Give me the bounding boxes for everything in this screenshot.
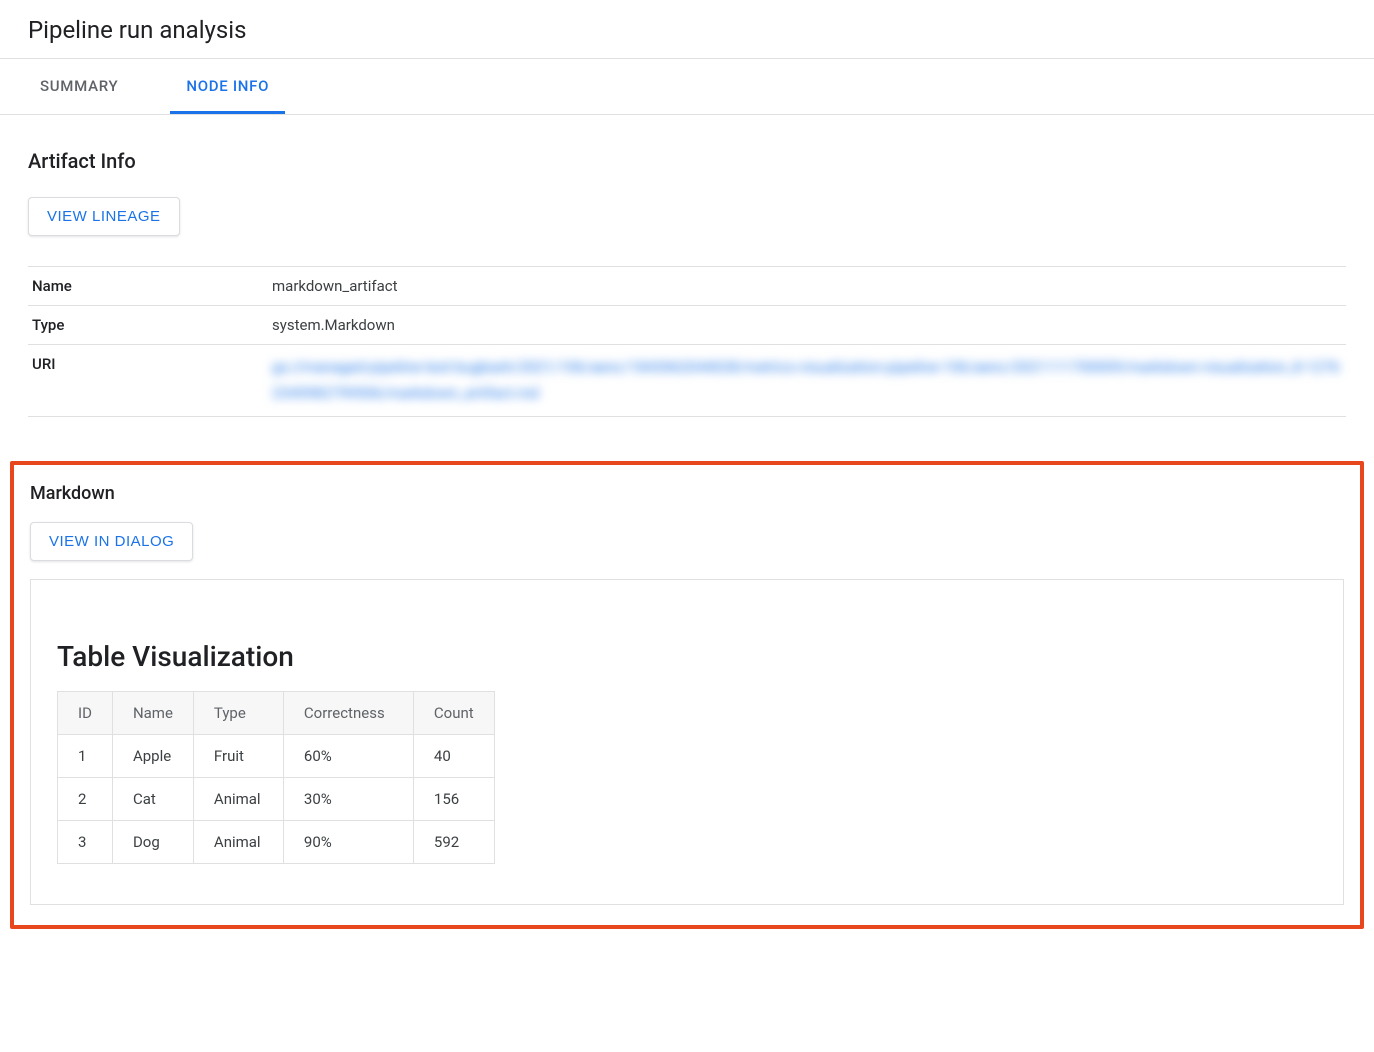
cell-id: 1: [58, 735, 113, 778]
cell-type: Fruit: [193, 735, 283, 778]
col-count: Count: [413, 692, 494, 735]
markdown-section-title: Markdown: [30, 483, 1344, 504]
cell-correctness: 90%: [283, 821, 413, 864]
artifact-uri-link[interactable]: gs://managed-pipeline-test-bugbash/2021/…: [272, 358, 1339, 402]
cell-type: Animal: [193, 778, 283, 821]
table-row: 3 Dog Animal 90% 592: [58, 821, 495, 864]
view-in-dialog-button[interactable]: VIEW IN DIALOG: [30, 522, 193, 561]
page-title: Pipeline run analysis: [0, 0, 1374, 58]
cell-correctness: 60%: [283, 735, 413, 778]
table-row: 1 Apple Fruit 60% 40: [58, 735, 495, 778]
tab-summary[interactable]: SUMMARY: [24, 59, 134, 114]
tab-node-info[interactable]: NODE INFO: [170, 59, 285, 114]
cell-name: Apple: [112, 735, 193, 778]
col-correctness: Correctness: [283, 692, 413, 735]
artifact-row-name: Name markdown_artifact: [28, 267, 1346, 306]
visualization-table: ID Name Type Correctness Count 1 Apple F…: [57, 691, 495, 864]
content-area: Artifact Info VIEW LINEAGE Name markdown…: [0, 115, 1374, 445]
cell-name: Cat: [112, 778, 193, 821]
artifact-info-title: Artifact Info: [28, 149, 1346, 173]
artifact-info-table: Name markdown_artifact Type system.Markd…: [28, 266, 1346, 417]
artifact-label: URI: [28, 345, 268, 417]
artifact-value: markdown_artifact: [268, 267, 1346, 306]
artifact-uri-value[interactable]: gs://managed-pipeline-test-bugbash/2021/…: [268, 345, 1346, 417]
cell-id: 3: [58, 821, 113, 864]
cell-count: 592: [413, 821, 494, 864]
artifact-row-uri: URI gs://managed-pipeline-test-bugbash/2…: [28, 345, 1346, 417]
cell-count: 40: [413, 735, 494, 778]
cell-count: 156: [413, 778, 494, 821]
cell-name: Dog: [112, 821, 193, 864]
col-name: Name: [112, 692, 193, 735]
artifact-row-type: Type system.Markdown: [28, 306, 1346, 345]
markdown-highlight-box: Markdown VIEW IN DIALOG Table Visualizat…: [10, 461, 1364, 929]
markdown-preview-panel: Table Visualization ID Name Type Correct…: [30, 579, 1344, 905]
cell-id: 2: [58, 778, 113, 821]
tab-bar: SUMMARY NODE INFO: [0, 59, 1374, 115]
artifact-label: Type: [28, 306, 268, 345]
view-lineage-button[interactable]: VIEW LINEAGE: [28, 197, 180, 236]
table-header-row: ID Name Type Correctness Count: [58, 692, 495, 735]
artifact-label: Name: [28, 267, 268, 306]
cell-type: Animal: [193, 821, 283, 864]
table-row: 2 Cat Animal 30% 156: [58, 778, 495, 821]
table-visualization-title: Table Visualization: [57, 640, 1317, 673]
col-id: ID: [58, 692, 113, 735]
artifact-value: system.Markdown: [268, 306, 1346, 345]
cell-correctness: 30%: [283, 778, 413, 821]
col-type: Type: [193, 692, 283, 735]
